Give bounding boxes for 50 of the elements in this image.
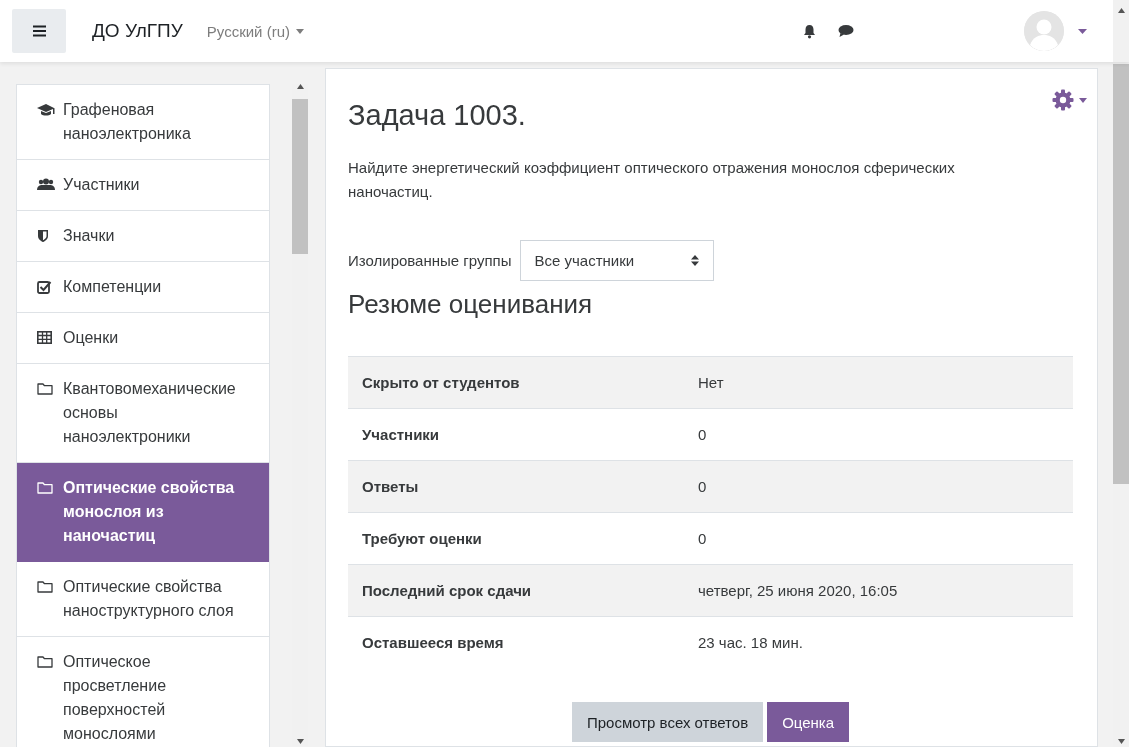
folder-icon xyxy=(37,580,53,593)
table-icon xyxy=(37,331,52,344)
caret-icon[interactable] xyxy=(1078,28,1087,34)
scroll-up-icon[interactable] xyxy=(1117,8,1125,13)
row-label: Скрыто от студентов xyxy=(348,356,684,409)
language-menu[interactable]: Русский (ru) xyxy=(206,22,304,40)
scroll-down-icon[interactable] xyxy=(296,739,304,744)
row-value: 23 час. 18 мин. xyxy=(684,616,1073,668)
sidebar-item[interactable]: Графеновая наноэлектроника xyxy=(17,85,269,160)
scrollbar[interactable] xyxy=(1113,64,1129,484)
sort-arrows-icon xyxy=(690,255,699,266)
menu-button[interactable] xyxy=(12,9,66,53)
row-value: четверг, 25 июня 2020, 16:05 xyxy=(684,564,1073,617)
folder-icon xyxy=(37,382,53,395)
users-icon xyxy=(37,178,55,192)
graduation-cap-icon xyxy=(37,103,55,117)
site-name[interactable]: ДО УлГПУ xyxy=(92,20,183,42)
chat-icon[interactable] xyxy=(838,23,854,38)
sidebar-item[interactable]: Оценки xyxy=(17,313,269,364)
folder-icon xyxy=(37,655,53,668)
caret-icon xyxy=(1079,97,1087,103)
scrollbar-thumb[interactable] xyxy=(292,99,308,254)
view-all-button[interactable]: Просмотр всех ответов xyxy=(571,702,764,742)
sidebar-item[interactable]: Значки xyxy=(17,211,269,262)
scroll-up-icon[interactable] xyxy=(296,84,304,89)
grade-button[interactable]: Оценка xyxy=(767,702,850,742)
sidebar-item[interactable]: Компетенции xyxy=(17,262,269,313)
menu-icon xyxy=(32,25,46,37)
sidebar-item[interactable]: Оптические свойства монослоя из наночастиц xyxy=(17,463,269,562)
folder-icon xyxy=(37,481,53,494)
bell-icon[interactable] xyxy=(803,23,816,39)
caret-icon xyxy=(296,28,304,34)
sidebar-item[interactable]: Оптические свойства наноструктурного слоя xyxy=(17,562,269,637)
row-value: 0 xyxy=(684,460,1073,513)
settings-icon xyxy=(1052,89,1074,111)
scroll-down-icon[interactable] xyxy=(1117,739,1125,744)
description-text: Найдите энергетический коэффициент оптического отражения монослоя сферических наночастиц. xyxy=(348,158,956,202)
checkbox-icon xyxy=(37,280,52,294)
section-heading: Резюме оценивания xyxy=(348,289,594,320)
row-label: Ответы xyxy=(348,460,684,513)
settings-menu[interactable] xyxy=(1052,89,1087,111)
page-title: Задача 1003. xyxy=(348,99,526,132)
group-select[interactable]: Все участники xyxy=(519,240,714,281)
shield-icon xyxy=(37,229,49,243)
row-value: Нет xyxy=(684,356,1073,409)
row-label: Оставшееся время xyxy=(348,616,684,668)
group-label: Изолированные группы xyxy=(348,252,512,269)
sidebar-item[interactable]: Участники xyxy=(17,160,269,211)
sidebar-item[interactable]: Оптическое просветление поверхностей монослоями xyxy=(17,637,269,747)
row-label: Последний срок сдачи xyxy=(348,564,684,617)
